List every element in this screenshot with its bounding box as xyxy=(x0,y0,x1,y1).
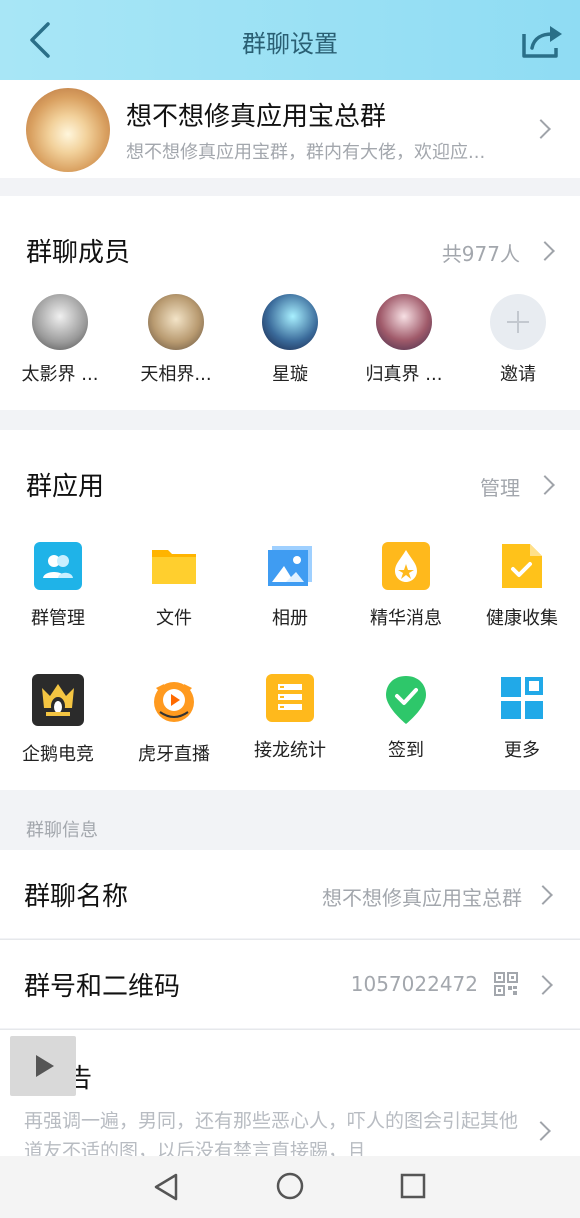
avatar xyxy=(376,294,432,350)
nav-home-icon[interactable] xyxy=(276,1172,304,1200)
huya-live-icon xyxy=(148,674,200,726)
avatar xyxy=(262,294,318,350)
member-item[interactable]: 太影界 ... xyxy=(14,294,106,386)
app-essence[interactable]: 精华消息 xyxy=(348,542,464,630)
essence-icon xyxy=(382,542,430,590)
qr-code-icon xyxy=(494,972,518,996)
chevron-right-icon xyxy=(533,885,553,905)
group-avatar[interactable] xyxy=(26,88,110,172)
app-penguin-esports[interactable]: 企鹅电竞 xyxy=(0,674,116,766)
group-number-row[interactable]: 群号和二维码 1057022472 xyxy=(0,940,580,1028)
member-name: 星璇 xyxy=(272,364,308,385)
app-group-manage[interactable]: 群管理 xyxy=(0,542,116,630)
avatar xyxy=(32,294,88,350)
member-name: 太影界 ... xyxy=(21,364,99,385)
nav-back-icon[interactable] xyxy=(152,1172,180,1202)
group-name: 想不想修真应用宝总群 xyxy=(126,102,387,132)
chevron-right-icon xyxy=(533,975,553,995)
app-files[interactable]: 文件 xyxy=(116,542,232,630)
member-item[interactable]: 星璇 xyxy=(244,294,336,386)
member-item[interactable]: 归真界 ... xyxy=(358,294,450,386)
group-number-value: 1057022472 xyxy=(350,972,478,996)
system-nav-bar xyxy=(0,1156,580,1218)
invite-label: 邀请 xyxy=(500,364,536,385)
app-checkin[interactable]: 签到 xyxy=(348,674,464,762)
share-icon[interactable] xyxy=(520,22,564,60)
group-notice-text: 再强调一遍，男同，还有那些恶心人，吓人的图会引起其他道友不适的图，以后没有禁言直… xyxy=(24,1110,519,1160)
app-album[interactable]: 相册 xyxy=(232,542,348,630)
info-section-label: 群聊信息 xyxy=(26,820,98,841)
health-collect-icon xyxy=(498,542,546,590)
apps-title: 群应用 xyxy=(26,472,105,502)
member-item[interactable]: 天相界... xyxy=(130,294,222,386)
app-more[interactable]: 更多 xyxy=(464,674,580,762)
group-manage-icon xyxy=(34,542,82,590)
avatar xyxy=(148,294,204,350)
page-title: 群聊设置 xyxy=(242,30,338,58)
members-title: 群聊成员 xyxy=(26,238,131,268)
group-name-label: 群聊名称 xyxy=(24,882,129,912)
folder-icon xyxy=(150,542,198,590)
chevron-right-icon xyxy=(531,1121,551,1141)
app-huya-live[interactable]: 虎牙直播 xyxy=(116,674,232,766)
group-name-value: 想不想修真应用宝总群 xyxy=(322,886,522,910)
group-description: 想不想修真应用宝群，群内有大佬，欢迎应... xyxy=(126,142,486,163)
member-name: 归真界 ... xyxy=(365,364,443,385)
floating-play-button[interactable] xyxy=(10,1036,76,1096)
app-relay-stats[interactable]: 接龙统计 xyxy=(232,674,348,762)
group-number-label: 群号和二维码 xyxy=(24,972,181,1002)
checkin-icon xyxy=(382,674,430,724)
album-icon xyxy=(266,542,314,590)
more-grid-icon xyxy=(498,674,546,722)
member-name: 天相界... xyxy=(140,364,212,385)
invite-button[interactable]: 邀请 xyxy=(472,294,564,386)
top-bar: 群聊设置 xyxy=(0,0,580,80)
penguin-esports-icon xyxy=(32,674,84,726)
group-name-row[interactable]: 群聊名称 想不想修真应用宝总群 xyxy=(0,850,580,938)
group-notice-row[interactable]: 告 再强调一遍，男同，还有那些恶心人，吓人的图会引起其他道友不适的图，以后没有禁… xyxy=(0,1030,580,1160)
app-health-collect[interactable]: 健康收集 xyxy=(464,542,580,630)
play-icon xyxy=(36,1055,54,1077)
relay-stats-icon xyxy=(266,674,314,722)
nav-recent-icon[interactable] xyxy=(400,1173,426,1199)
plus-icon xyxy=(490,294,546,350)
apps-manage-link[interactable]: 管理 xyxy=(480,472,520,501)
member-count[interactable]: 共977人 xyxy=(442,238,520,267)
